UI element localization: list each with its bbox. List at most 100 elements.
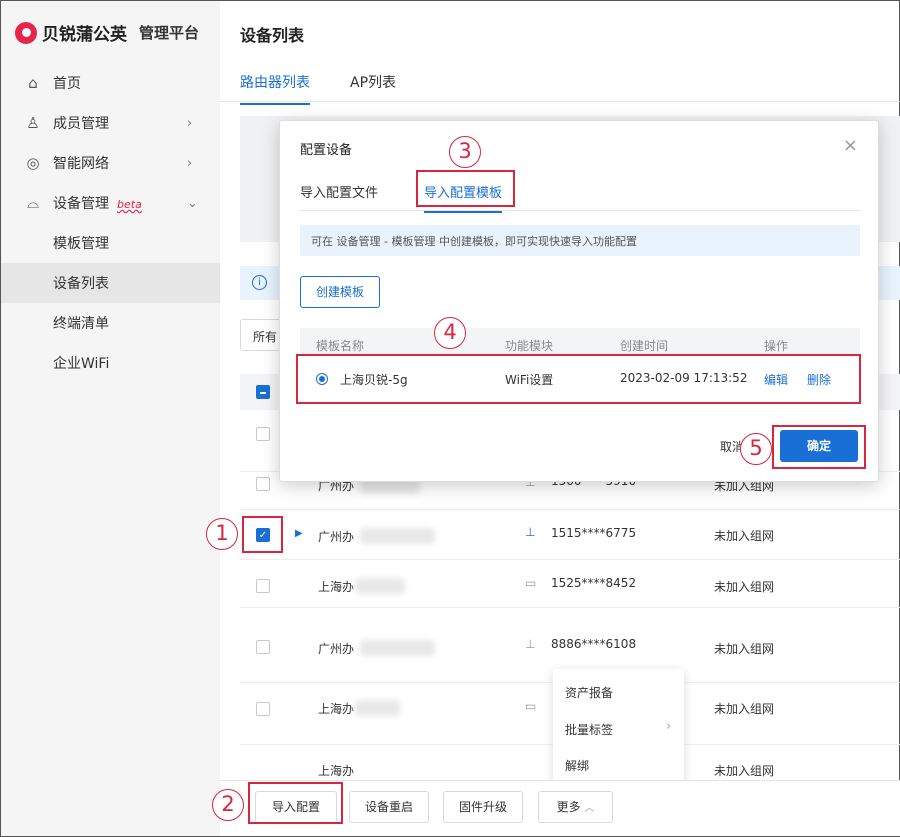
sidebar-item-label: 设备列表	[53, 276, 109, 292]
table-row: 上海办 ▭ 1525****8452 未加入组网	[240, 560, 900, 608]
step-marker-1: 1	[206, 518, 238, 550]
select-all-checkbox[interactable]	[256, 385, 270, 399]
sidebar-item-network[interactable]: ◎ 智能网络 ›	[1, 143, 220, 183]
more-button[interactable]: 更多 ︿	[538, 791, 613, 823]
sidebar-item-label: 设备管理 beta	[53, 196, 142, 212]
device-status: 未加入组网	[714, 642, 775, 656]
tab-bar: 路由器列表 AP列表	[220, 60, 900, 105]
router-icon: ⌓	[27, 194, 39, 212]
template-created-time: 2023-02-09 17:13:52	[620, 371, 748, 385]
sidebar-item-device-management[interactable]: ⌓ 设备管理 beta ⌄	[1, 183, 220, 223]
device-status: 未加入组网	[714, 764, 775, 778]
brand-logo: 贝锐蒲公英 管理平台	[15, 20, 199, 45]
sidebar-item-label: 终端清单	[53, 316, 109, 332]
template-radio[interactable]	[316, 373, 328, 385]
device-status: 未加入组网	[714, 529, 775, 543]
chevron-right-icon: ›	[187, 115, 193, 131]
sidebar-item-label: 首页	[53, 76, 81, 92]
dialog-title: 配置设备	[300, 143, 353, 158]
template-name: 上海贝锐-5g	[340, 373, 408, 387]
step-marker-2: 2	[212, 789, 244, 821]
menu-item-unbind[interactable]: 解绑	[565, 757, 589, 774]
bottom-action-bar: 导入配置 设备重启 固件升级 更多 ︿	[220, 780, 900, 836]
sidebar-item-terminals[interactable]: 终端清单	[1, 303, 220, 343]
device-name[interactable]: 上海办	[318, 578, 354, 595]
device-name[interactable]: 上海办	[318, 700, 354, 717]
chevron-up-icon: ︿	[584, 803, 595, 814]
home-icon: ⌂	[28, 74, 38, 92]
device-icon: ⊥	[525, 637, 536, 651]
chevron-down-icon: ⌄	[187, 195, 198, 211]
more-dropdown-menu: 资产报备 批量标签 › 解绑	[553, 669, 684, 786]
brand-subtitle: 管理平台	[139, 24, 200, 42]
table-row: ✓ ▶ 广州办 ⊥ 1515****6775 未加入组网	[240, 509, 900, 560]
create-template-button[interactable]: 创建模板	[300, 276, 380, 308]
close-icon[interactable]: ×	[843, 135, 858, 156]
device-status: 未加入组网	[714, 580, 775, 594]
tab-ap[interactable]: AP列表	[350, 72, 396, 92]
logo-icon	[15, 21, 37, 44]
row-checkbox[interactable]	[256, 640, 270, 654]
row-checkbox[interactable]	[256, 427, 270, 441]
sidebar-item-label: 成员管理	[53, 116, 109, 132]
device-sn: 1525****8452	[551, 576, 637, 590]
brand-name: 贝锐蒲公英	[42, 25, 127, 45]
column-header: 操作	[764, 339, 789, 353]
delete-link[interactable]: 删除	[807, 371, 831, 388]
row-checkbox[interactable]	[256, 579, 270, 593]
network-icon: ◎	[26, 154, 40, 172]
expand-arrow-icon[interactable]: ▶	[295, 528, 303, 539]
import-config-button[interactable]: 导入配置	[255, 791, 337, 823]
template-module: WiFi设置	[505, 373, 554, 387]
sidebar-item-device-list[interactable]: 设备列表	[1, 263, 220, 303]
row-checkbox[interactable]	[256, 702, 270, 716]
step-marker-3: 3	[449, 136, 481, 168]
edit-link[interactable]: 编辑	[764, 371, 788, 388]
redacted-text	[355, 578, 405, 594]
device-icon: ▭	[525, 576, 537, 590]
device-name[interactable]: 上海办	[318, 762, 354, 779]
sidebar-item-home[interactable]: ⌂ 首页	[1, 63, 220, 103]
device-sn: 8886****6108	[551, 637, 637, 651]
sidebar-item-label: 模板管理	[53, 236, 109, 252]
redacted-text	[360, 640, 435, 656]
configure-device-dialog: 配置设备 × 导入配置文件 导入配置模板 可在 设备管理 - 模板管理 中创建模…	[279, 120, 879, 482]
template-row[interactable]: 上海贝锐-5g WiFi设置 2023-02-09 17:13:52 编辑 删除	[300, 354, 860, 404]
device-name[interactable]: 广州办	[318, 640, 354, 657]
menu-item-asset-report[interactable]: 资产报备	[565, 684, 613, 701]
row-checkbox[interactable]	[256, 477, 270, 491]
column-header: 创建时间	[620, 339, 669, 353]
redacted-text	[360, 528, 435, 544]
device-icon: ▭	[525, 699, 537, 713]
redacted-text	[355, 700, 400, 716]
sidebar: 贝锐蒲公英 管理平台 ⌂ 首页 ♙ 成员管理 › ◎ 智能网络 › ⌓ 设备管理…	[1, 1, 220, 836]
info-icon: i	[252, 275, 267, 290]
sidebar-item-enterprise-wifi[interactable]: 企业WiFi	[1, 343, 220, 383]
user-icon: ♙	[26, 114, 40, 132]
tab-import-config-file[interactable]: 导入配置文件	[300, 182, 378, 201]
device-status: 未加入组网	[714, 702, 775, 716]
sidebar-item-templates[interactable]: 模板管理	[1, 223, 220, 263]
template-table-header: 模板名称 功能模块 创建时间 操作	[300, 328, 860, 354]
page-title: 设备列表	[240, 26, 305, 45]
column-header: 功能模块	[505, 339, 554, 353]
firmware-upgrade-button[interactable]: 固件升级	[443, 791, 523, 823]
sidebar-item-label: 智能网络	[53, 156, 109, 172]
confirm-button[interactable]: 确定	[780, 430, 858, 462]
beta-badge: beta	[117, 198, 142, 211]
tab-import-config-template[interactable]: 导入配置模板	[424, 182, 503, 213]
tab-routers[interactable]: 路由器列表	[240, 72, 310, 105]
step-marker-5: 5	[740, 433, 772, 465]
step-marker-4: 4	[434, 317, 466, 349]
column-header: 模板名称	[316, 339, 365, 353]
menu-item-batch-tags[interactable]: 批量标签	[565, 721, 613, 738]
sidebar-item-members[interactable]: ♙ 成员管理 ›	[1, 103, 220, 143]
row-checkbox[interactable]: ✓	[256, 528, 270, 542]
dialog-hint: 可在 设备管理 - 模板管理 中创建模板，即可实现快速导入功能配置	[300, 225, 860, 256]
router-device-icon: ⊥	[525, 525, 536, 539]
chevron-right-icon: ›	[187, 155, 193, 171]
device-name[interactable]: 广州办	[318, 528, 354, 545]
chevron-right-icon: ›	[666, 719, 672, 734]
restart-device-button[interactable]: 设备重启	[349, 791, 429, 823]
sidebar-item-label: 企业WiFi	[53, 356, 110, 372]
